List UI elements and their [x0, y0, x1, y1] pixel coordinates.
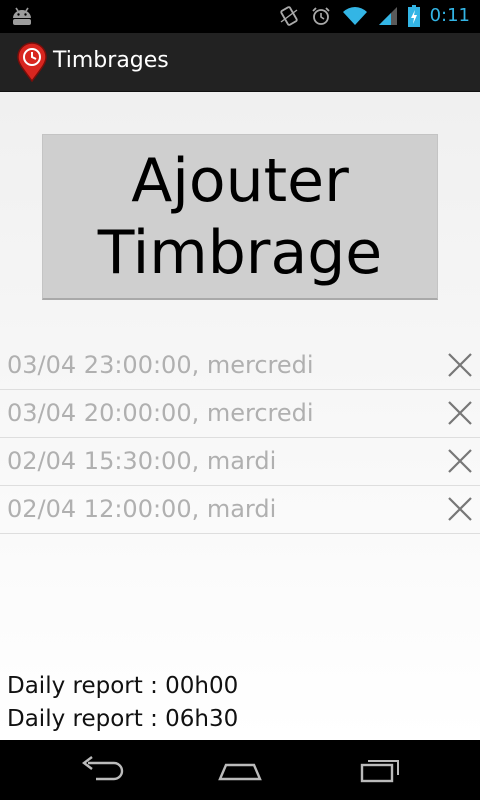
- back-icon[interactable]: [76, 755, 124, 785]
- delete-icon[interactable]: [446, 351, 474, 379]
- list-item-text: 03/04 20:00:00, mercredi: [7, 399, 314, 427]
- list-item[interactable]: 02/04 12:00:00, mardi: [0, 486, 480, 534]
- app-title: Timbrages: [53, 48, 169, 73]
- list-item-text: 02/04 15:30:00, mardi: [7, 447, 277, 475]
- list-item[interactable]: 03/04 23:00:00, mercredi: [0, 342, 480, 390]
- list-item[interactable]: 03/04 20:00:00, mercredi: [0, 390, 480, 438]
- navigation-bar: [0, 740, 480, 800]
- delete-icon[interactable]: [446, 495, 474, 523]
- daily-report-text: Daily report : 00h00: [7, 673, 239, 699]
- app-logo-icon[interactable]: [14, 42, 50, 82]
- vibrate-icon: [279, 6, 298, 26]
- delete-icon[interactable]: [446, 447, 474, 475]
- recent-apps-icon[interactable]: [356, 755, 404, 785]
- add-timbrage-button[interactable]: Ajouter Timbrage: [42, 134, 438, 300]
- signal-icon: [378, 7, 397, 25]
- android-debug-icon: [13, 7, 31, 25]
- status-time: 0:11: [429, 5, 470, 26]
- add-timbrage-button-label: Ajouter Timbrage: [97, 145, 383, 288]
- battery-charging-icon: [407, 5, 420, 27]
- alarm-icon: [311, 7, 330, 25]
- list-item-text: 02/04 12:00:00, mardi: [7, 495, 277, 523]
- main-content: Ajouter Timbrage 03/04 23:00:00, mercred…: [0, 92, 480, 740]
- list-item-text: 03/04 23:00:00, mercredi: [7, 351, 314, 379]
- timbrage-list: 03/04 23:00:00, mercredi 03/04 20:00:00,…: [0, 342, 480, 534]
- action-bar: Timbrages: [0, 33, 480, 92]
- list-item[interactable]: 02/04 15:30:00, mardi: [0, 438, 480, 486]
- home-icon[interactable]: [216, 755, 264, 785]
- daily-reports: Daily report : 00h00 Daily report : 06h3…: [7, 670, 477, 736]
- wifi-icon: [342, 7, 367, 25]
- daily-report-text: Daily report : 06h30: [7, 706, 239, 732]
- delete-icon[interactable]: [446, 399, 474, 427]
- status-bar: 0:11: [0, 0, 480, 33]
